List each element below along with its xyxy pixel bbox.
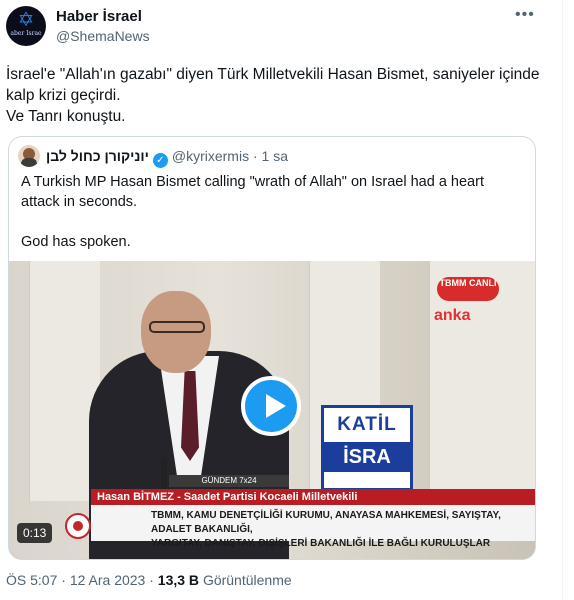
meta-separator: · xyxy=(149,572,154,588)
news-ticker-label: GÜNDEM 7x24 xyxy=(169,475,289,487)
quoted-tweet[interactable]: יוניקורן כחול לבן ✓ @kyrixermis · 1 sa A T… xyxy=(8,136,536,560)
channel-logo: TBMM CANLI xyxy=(437,277,499,301)
meta-separator: · xyxy=(61,572,66,588)
view-count-label: Görüntülenme xyxy=(202,572,292,588)
play-icon xyxy=(266,394,286,418)
verified-badge-icon: ✓ xyxy=(152,153,168,168)
star-of-david-icon: ✡ xyxy=(17,9,35,31)
protest-sign: KATİL İSRA xyxy=(321,405,413,491)
quote-author-handle[interactable]: @kyrixermis xyxy=(172,148,249,164)
sign-line-2: İSRA xyxy=(324,442,410,472)
quote-separator: · xyxy=(252,148,258,164)
tbmm-seal-icon xyxy=(65,513,91,539)
lower-third-info: TBMM, KAMU DENETÇİLİĞİ KURUMU, ANAYASA M… xyxy=(91,505,535,549)
quote-time[interactable]: 1 sa xyxy=(262,148,288,164)
speaker-glasses xyxy=(149,321,205,333)
tweet-date[interactable]: 12 Ara 2023 xyxy=(70,572,146,588)
quote-author-name[interactable]: יוניקורן כחול לבן xyxy=(46,148,149,164)
anka-watermark: anka xyxy=(434,307,471,324)
author-name[interactable]: Haber İsrael xyxy=(56,8,142,25)
tweet-card: ✡ aber Israe Haber İsrael @ShemaNews •••… xyxy=(0,0,563,600)
avatar-wordmark: aber Israe xyxy=(10,30,42,37)
view-count[interactable]: 13,3 B xyxy=(158,572,199,588)
quote-avatar-body xyxy=(21,158,37,167)
tweet-time[interactable]: ÖS 5:07 xyxy=(6,572,57,588)
author-handle[interactable]: @ShemaNews xyxy=(56,28,150,44)
lower-third-name: Hasan BİTMEZ - Saadet Partisi Kocaeli Mi… xyxy=(91,489,535,505)
avatar[interactable]: ✡ aber Israe xyxy=(6,6,46,46)
quote-text: A Turkish MP Hasan Bismet calling "wrath… xyxy=(21,174,484,250)
play-button[interactable] xyxy=(241,376,301,436)
quote-avatar[interactable] xyxy=(18,145,40,167)
quote-header: יוניקורן כחול לבן ✓ @kyrixermis · 1 sa xyxy=(46,148,288,168)
video-player[interactable]: KATİL İSRA TBMM CANLI anka GÜNDEM 7x24 H… xyxy=(9,261,535,559)
more-options-icon[interactable]: ••• xyxy=(515,6,535,24)
sign-line-1: KATİL xyxy=(337,414,397,435)
tweet-meta: ÖS 5:07 · 12 Ara 2023 · 13,3 B Görüntüle… xyxy=(6,572,292,588)
tweet-text: İsrael'e "Allah'ın gazabı" diyen Türk Mi… xyxy=(6,66,540,125)
video-duration: 0:13 xyxy=(17,523,53,543)
